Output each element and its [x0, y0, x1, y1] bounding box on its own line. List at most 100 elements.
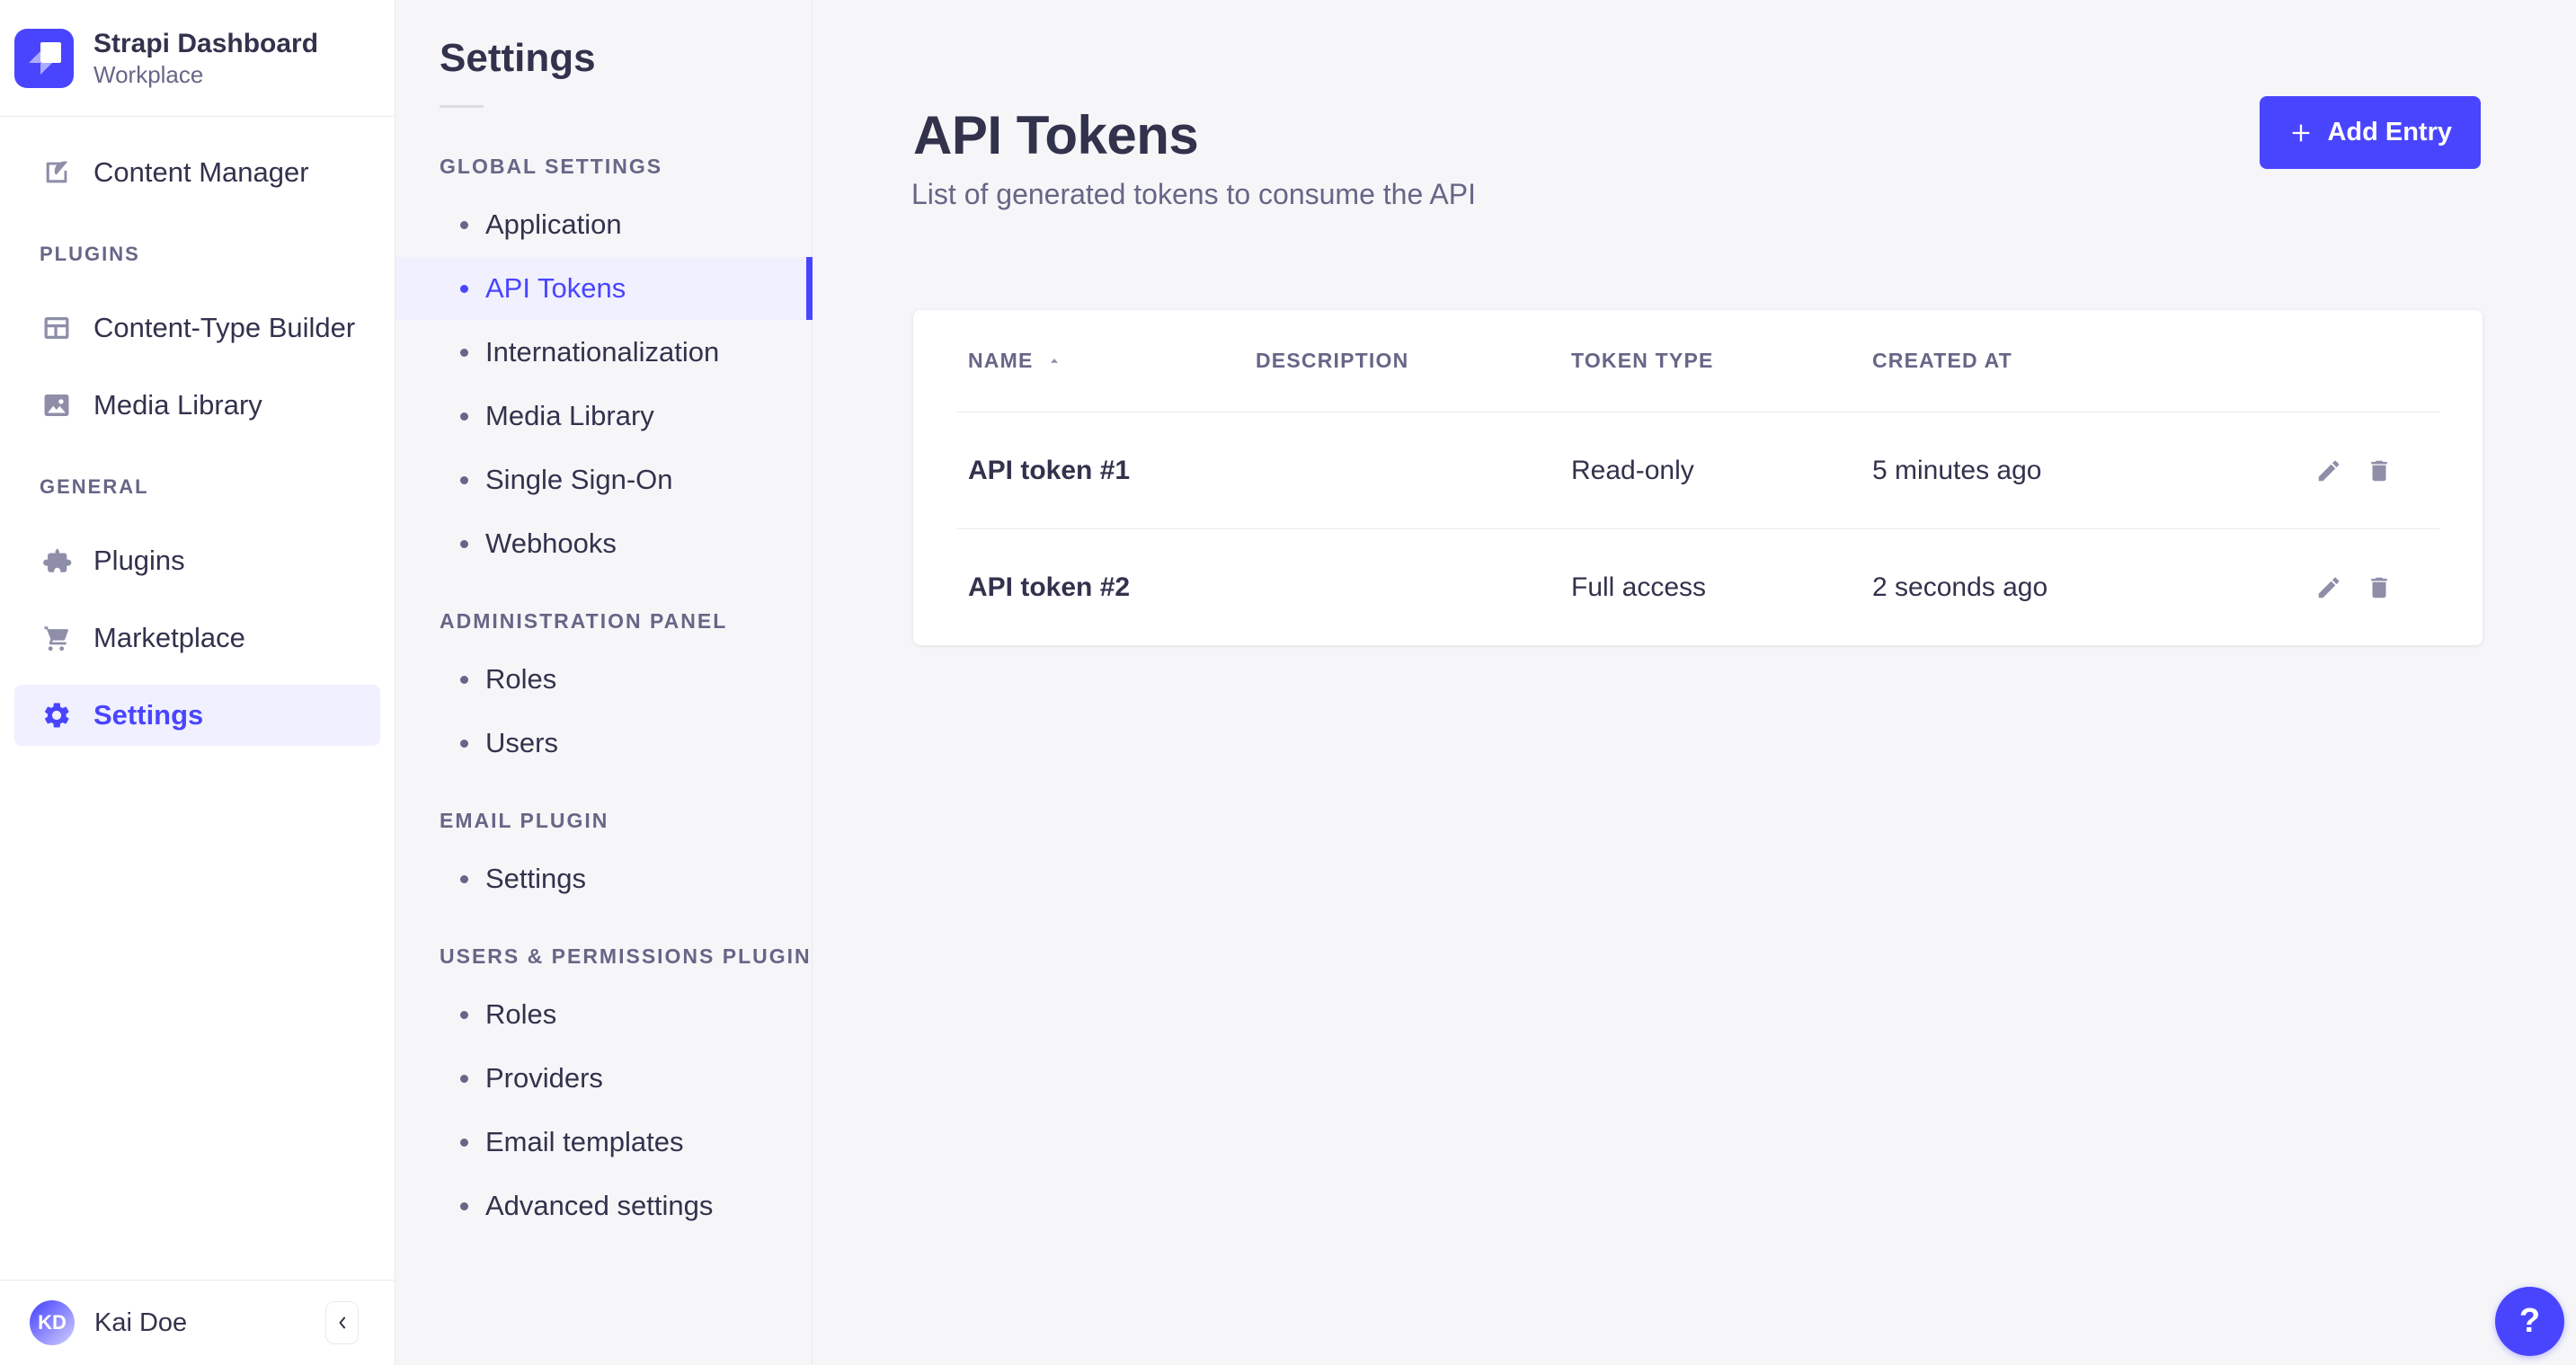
- settings-item-advanced-settings[interactable]: Advanced settings: [395, 1174, 812, 1237]
- bullet-icon: [460, 476, 468, 484]
- column-header-token-type: TOKEN TYPE: [1571, 349, 1872, 373]
- settings-item-label: Settings: [485, 863, 586, 895]
- nav-item-label: Media Library: [93, 389, 262, 421]
- column-header-description: DESCRIPTION: [1256, 349, 1571, 373]
- bullet-icon: [460, 1075, 468, 1083]
- settings-item-label: Internationalization: [485, 336, 719, 368]
- app-title: Strapi Dashboard: [93, 27, 318, 61]
- nav-item-marketplace[interactable]: Marketplace: [14, 607, 380, 669]
- row-actions: [2315, 574, 2483, 601]
- settings-sidebar-title: Settings: [440, 36, 812, 81]
- settings-item-email-templates[interactable]: Email templates: [395, 1111, 812, 1174]
- nav-item-content-manager[interactable]: Content Manager: [14, 142, 380, 203]
- nav-item-label: Plugins: [93, 545, 185, 577]
- table-row[interactable]: API token #1 Read-only 5 minutes ago: [913, 412, 2483, 528]
- pencil-icon: [2315, 457, 2342, 484]
- nav-item-label: Content-Type Builder: [93, 312, 355, 344]
- token-created-at: 5 minutes ago: [1872, 456, 2315, 486]
- settings-item-label: Webhooks: [485, 527, 617, 560]
- column-header-label: NAME: [968, 349, 1034, 373]
- content-type-builder-icon: [41, 313, 72, 343]
- settings-item-label: Advanced settings: [485, 1190, 713, 1222]
- settings-item-label: Single Sign-On: [485, 464, 673, 496]
- page-title: API Tokens: [913, 104, 1198, 166]
- bullet-icon: [460, 676, 468, 684]
- nav-item-label: Marketplace: [93, 622, 245, 654]
- nav-item-label: Content Manager: [93, 156, 309, 189]
- user-name: Kai Doe: [94, 1308, 306, 1338]
- bullet-icon: [460, 1139, 468, 1147]
- column-header-created-at: CREATED AT: [1872, 349, 2483, 373]
- settings-item-single-sign-on[interactable]: Single Sign-On: [395, 448, 812, 511]
- settings-item-api-tokens[interactable]: API Tokens: [395, 257, 812, 320]
- bullet-icon: [460, 875, 468, 883]
- bullet-icon: [460, 740, 468, 748]
- nav-item-media-library[interactable]: Media Library: [14, 375, 380, 436]
- workspace-brand[interactable]: Strapi Dashboard Workplace: [0, 0, 395, 117]
- pencil-icon: [2315, 574, 2342, 601]
- edit-token-button[interactable]: [2315, 574, 2342, 601]
- settings-item-email-settings[interactable]: Settings: [395, 847, 812, 910]
- puzzle-icon: [41, 545, 72, 576]
- user-footer: KD Kai Doe: [0, 1280, 395, 1365]
- delete-token-button[interactable]: [2366, 574, 2393, 601]
- nav-item-label: Settings: [93, 699, 203, 731]
- settings-item-internationalization[interactable]: Internationalization: [395, 321, 812, 384]
- section-users-permissions-plugin: USERS & PERMISSIONS PLUGIN: [440, 944, 812, 969]
- delete-token-button[interactable]: [2366, 457, 2393, 484]
- token-type: Full access: [1571, 572, 1872, 603]
- add-entry-label: Add Entry: [2327, 118, 2452, 147]
- nav-item-plugins[interactable]: Plugins: [14, 530, 380, 591]
- section-email-plugin: EMAIL PLUGIN: [440, 809, 812, 833]
- api-tokens-table: NAME DESCRIPTION TOKEN TYPE CREATED AT A…: [913, 310, 2483, 645]
- bullet-icon: [460, 285, 468, 293]
- token-type: Read-only: [1571, 456, 1872, 486]
- collapse-sidebar-button[interactable]: [325, 1301, 359, 1344]
- plus-icon: [2288, 120, 2314, 146]
- add-entry-button[interactable]: Add Entry: [2260, 96, 2481, 169]
- help-button[interactable]: ?: [2495, 1287, 2564, 1356]
- main-sidebar: Strapi Dashboard Workplace Content Manag…: [0, 0, 395, 1365]
- edit-token-button[interactable]: [2315, 457, 2342, 484]
- settings-item-label: Providers: [485, 1062, 603, 1095]
- table-row[interactable]: API token #2 Full access 2 seconds ago: [913, 529, 2483, 645]
- content-manager-icon: [41, 157, 72, 188]
- table-header-row: NAME DESCRIPTION TOKEN TYPE CREATED AT: [913, 310, 2483, 412]
- sort-asc-icon: [1046, 353, 1062, 369]
- main-nav: Content Manager PLUGINS Content-Type Bui…: [0, 117, 395, 746]
- trash-icon: [2366, 574, 2393, 601]
- title-divider: [440, 105, 484, 108]
- cart-icon: [41, 623, 72, 653]
- settings-item-webhooks[interactable]: Webhooks: [395, 512, 812, 575]
- settings-item-label: Media Library: [485, 400, 654, 432]
- bullet-icon: [460, 1202, 468, 1210]
- nav-item-settings[interactable]: Settings: [14, 685, 380, 746]
- settings-item-media-library[interactable]: Media Library: [395, 385, 812, 448]
- column-header-name[interactable]: NAME: [968, 349, 1256, 373]
- token-name: API token #2: [968, 572, 1256, 603]
- workspace-name: Workplace: [93, 60, 318, 90]
- trash-icon: [2366, 457, 2393, 484]
- token-name: API token #1: [968, 456, 1256, 486]
- bullet-icon: [460, 1011, 468, 1019]
- settings-item-admin-users[interactable]: Users: [395, 712, 812, 775]
- avatar[interactable]: KD: [30, 1300, 75, 1345]
- settings-item-label: Email templates: [485, 1126, 684, 1158]
- nav-section-general: GENERAL: [40, 475, 355, 499]
- settings-item-label: API Tokens: [485, 272, 626, 305]
- settings-item-label: Roles: [485, 663, 556, 696]
- settings-item-up-roles[interactable]: Roles: [395, 983, 812, 1046]
- page-subtitle: List of generated tokens to consume the …: [911, 178, 1476, 211]
- row-actions: [2315, 457, 2483, 484]
- nav-section-plugins: PLUGINS: [40, 243, 355, 266]
- settings-item-label: Application: [485, 208, 622, 241]
- main-content: API Tokens List of generated tokens to c…: [813, 0, 2576, 1365]
- gear-icon: [41, 700, 72, 731]
- settings-item-admin-roles[interactable]: Roles: [395, 648, 812, 711]
- token-created-at: 2 seconds ago: [1872, 572, 2315, 603]
- settings-item-providers[interactable]: Providers: [395, 1047, 812, 1110]
- settings-sidebar: Settings GLOBAL SETTINGS Application API…: [395, 0, 813, 1365]
- nav-item-content-type-builder[interactable]: Content-Type Builder: [14, 297, 380, 359]
- settings-item-application[interactable]: Application: [395, 193, 812, 256]
- chevron-left-icon: [333, 1314, 351, 1332]
